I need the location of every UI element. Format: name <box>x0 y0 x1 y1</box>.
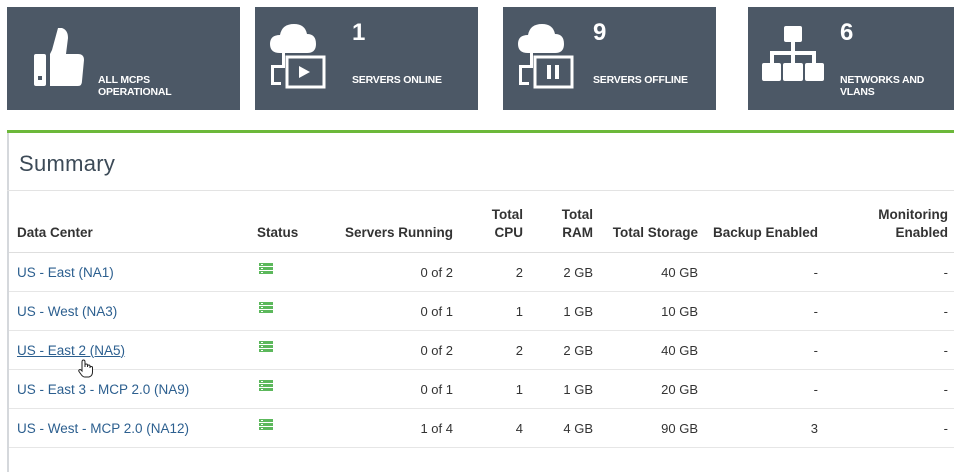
servers-online-count: 1 <box>352 19 366 46</box>
server-stack-icon <box>259 379 273 391</box>
col-header-total-storage[interactable]: Total Storage <box>599 200 704 253</box>
total-ram-cell: 2 GB <box>529 252 599 292</box>
tile-label: SERVERS OFFLINE <box>593 74 688 86</box>
total-storage-cell: 10 GB <box>599 291 704 331</box>
accent-divider <box>7 130 954 133</box>
tile-servers-offline[interactable]: 9 SERVERS OFFLINE <box>503 7 716 110</box>
total-ram-cell: 1 GB <box>529 369 599 409</box>
servers-offline-count: 9 <box>593 19 607 46</box>
table-row: US - West - MCP 2.0 (NA12) 1 of 4 4 4 GB… <box>9 408 954 448</box>
table-row: US - West (NA3) 0 of 1 1 1 GB 10 GB - - <box>9 291 954 331</box>
total-cpu-cell: 2 <box>459 330 529 370</box>
backup-enabled-cell: - <box>704 330 824 370</box>
total-storage-cell: 90 GB <box>599 408 704 448</box>
server-stack-icon <box>259 340 273 352</box>
total-storage-cell: 40 GB <box>599 252 704 292</box>
summary-title: Summary <box>19 151 116 176</box>
servers-running-cell: 0 of 1 <box>329 369 459 409</box>
total-cpu-cell: 2 <box>459 252 529 292</box>
col-header-total-cpu[interactable]: Total CPU <box>459 200 529 253</box>
table-row: US - East 3 - MCP 2.0 (NA9) 0 of 1 1 1 G… <box>9 369 954 409</box>
total-cpu-cell: 1 <box>459 369 529 409</box>
monitoring-enabled-cell: - <box>824 369 954 409</box>
tile-servers-online[interactable]: 1 SERVERS ONLINE <box>255 7 478 110</box>
data-center-link[interactable]: US - East 2 (NA5) <box>17 343 125 358</box>
cloud-server-play-icon <box>270 24 326 89</box>
table-row: US - East 2 (NA5) 0 of 2 2 2 GB 40 GB - … <box>9 330 954 370</box>
data-center-link[interactable]: US - West (NA3) <box>17 304 117 319</box>
col-header-monitoring-enabled[interactable]: Monitoring Enabled <box>824 200 954 253</box>
status-tiles: ALL MCPS OPERATIONAL 1 SERVERS ONLINE 9 <box>0 0 954 130</box>
tile-label: NETWORKS AND VLANS <box>840 74 925 98</box>
col-header-backup-enabled[interactable]: Backup Enabled <box>704 200 824 253</box>
thumbs-up-icon <box>34 28 84 86</box>
server-stack-icon <box>259 418 273 430</box>
total-storage-cell: 40 GB <box>599 330 704 370</box>
total-ram-cell: 4 GB <box>529 408 599 448</box>
server-stack-icon <box>259 301 273 313</box>
servers-running-cell: 0 of 2 <box>329 252 459 292</box>
total-cpu-cell: 1 <box>459 291 529 331</box>
monitoring-enabled-cell: - <box>824 252 954 292</box>
tile-label: ALL MCPS OPERATIONAL <box>98 74 172 98</box>
monitoring-enabled-cell: - <box>824 330 954 370</box>
table-row: US - East (NA1) 0 of 2 2 2 GB 40 GB - - <box>9 252 954 292</box>
summary-table: Data Center Status Servers Running Total… <box>9 200 954 448</box>
data-center-link[interactable]: US - West - MCP 2.0 (NA12) <box>17 421 189 436</box>
hand-cursor-icon <box>78 359 93 378</box>
servers-running-cell: 0 of 2 <box>329 330 459 370</box>
servers-running-cell: 0 of 1 <box>329 291 459 331</box>
total-storage-cell: 20 GB <box>599 369 704 409</box>
data-center-link[interactable]: US - East 3 - MCP 2.0 (NA9) <box>17 382 189 397</box>
tile-label: SERVERS ONLINE <box>352 74 442 86</box>
backup-enabled-cell: - <box>704 291 824 331</box>
total-ram-cell: 1 GB <box>529 291 599 331</box>
backup-enabled-cell: 3 <box>704 408 824 448</box>
tile-networks-and-vlans[interactable]: 6 NETWORKS AND VLANS <box>748 7 954 110</box>
total-cpu-cell: 4 <box>459 408 529 448</box>
backup-enabled-cell: - <box>704 252 824 292</box>
server-stack-icon <box>259 262 273 274</box>
monitoring-enabled-cell: - <box>824 408 954 448</box>
col-header-servers-running[interactable]: Servers Running <box>329 200 459 253</box>
total-ram-cell: 2 GB <box>529 330 599 370</box>
col-header-total-ram[interactable]: Total RAM <box>529 200 599 253</box>
servers-running-cell: 1 of 4 <box>329 408 459 448</box>
monitoring-enabled-cell: - <box>824 291 954 331</box>
backup-enabled-cell: - <box>704 369 824 409</box>
tile-all-mcps-operational[interactable]: ALL MCPS OPERATIONAL <box>7 7 240 110</box>
table-header-row: Data Center Status Servers Running Total… <box>9 200 954 253</box>
network-tree-icon <box>762 26 824 81</box>
cloud-server-pause-icon <box>518 24 574 89</box>
col-header-status[interactable]: Status <box>249 200 329 253</box>
data-center-link[interactable]: US - East (NA1) <box>17 265 114 280</box>
title-divider <box>7 190 954 191</box>
networks-count: 6 <box>840 19 854 46</box>
col-header-data-center[interactable]: Data Center <box>9 200 249 253</box>
